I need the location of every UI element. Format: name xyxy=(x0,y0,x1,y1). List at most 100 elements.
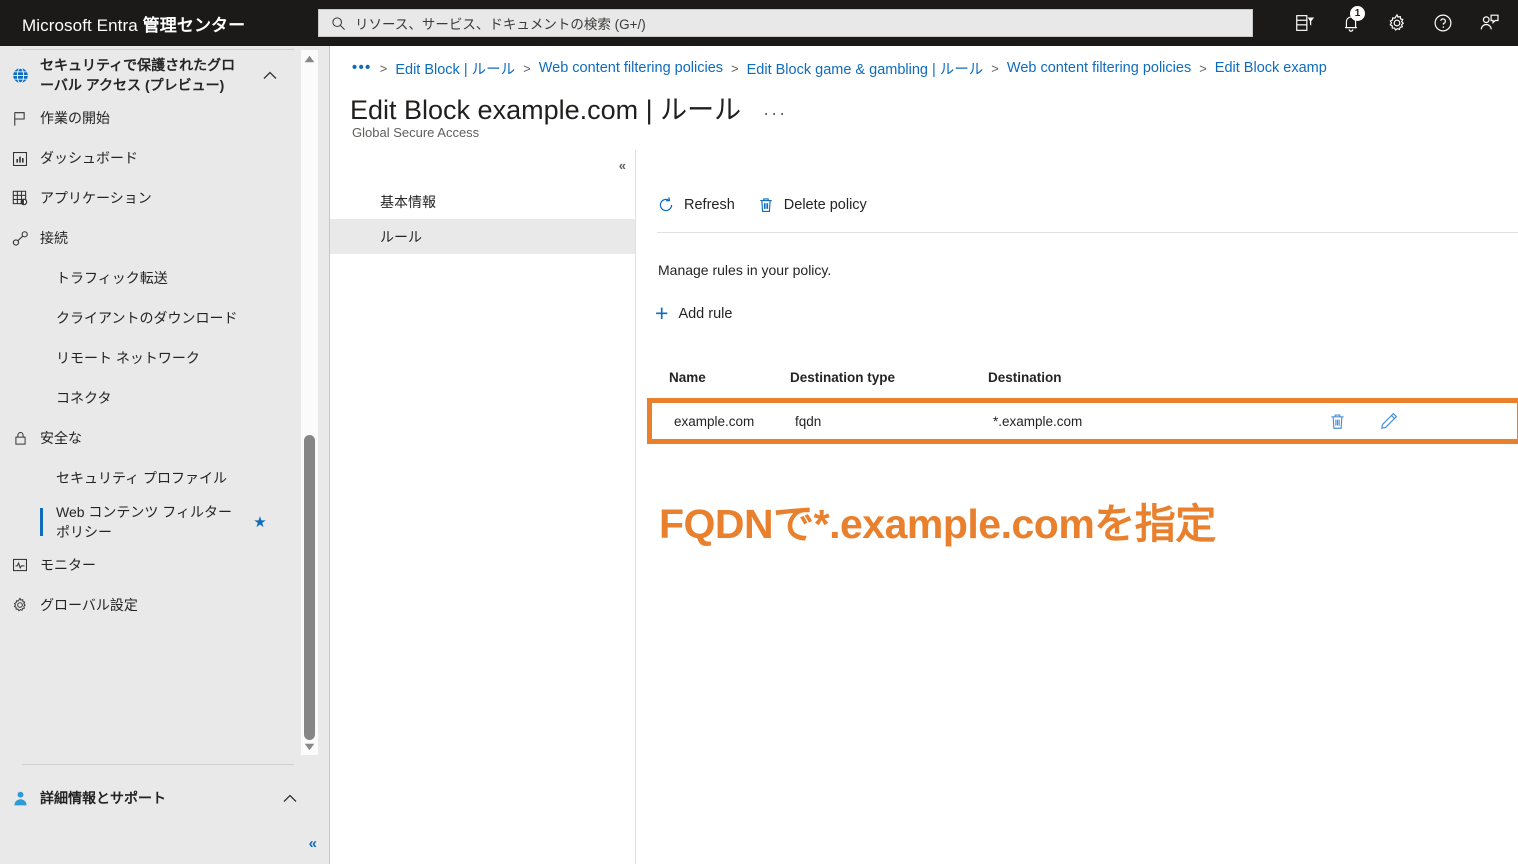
plus-icon: + xyxy=(655,300,669,326)
page-title: Edit Block example.com | ルール xyxy=(350,95,742,125)
breadcrumb-separator: > xyxy=(1199,60,1207,76)
breadcrumb-item-0[interactable]: Edit Block | ルール xyxy=(395,58,515,79)
sidebar-item-dashboard[interactable]: ダッシュボード xyxy=(0,139,330,179)
delete-policy-button[interactable]: Delete policy xyxy=(757,196,867,214)
sidebar-item-label: 接続 xyxy=(40,230,68,247)
sidebar-item-remote-network[interactable]: リモート ネットワーク xyxy=(0,339,330,379)
brand-bold-text: 管理センター xyxy=(142,15,246,35)
rules-table: Name Destination type Destination exampl… xyxy=(647,360,1518,444)
breadcrumb-item-3[interactable]: Web content filtering policies xyxy=(1007,60,1191,76)
add-rule-button[interactable]: + Add rule xyxy=(655,302,732,325)
sidebar-item-label: リモート ネットワーク xyxy=(56,350,200,367)
pane-divider xyxy=(635,150,636,864)
dashboard-icon xyxy=(0,150,40,168)
sidebar-item-traffic-forwarding[interactable]: トラフィック転送 ★ xyxy=(0,259,330,299)
sidebar-item-client-download[interactable]: クライアントのダウンロード xyxy=(0,299,330,339)
refresh-icon xyxy=(657,196,675,214)
scroll-down-arrow-icon[interactable] xyxy=(301,738,318,755)
chevron-up-icon[interactable] xyxy=(270,794,310,803)
tab-label: 基本情報 xyxy=(380,193,436,210)
breadcrumb-item-2[interactable]: Edit Block game & gambling | ルール xyxy=(747,58,984,79)
column-header-destination-type: Destination type xyxy=(790,369,896,385)
sidebar-item-label: 作業の開始 xyxy=(40,110,110,127)
notification-badge-count: 1 xyxy=(1350,6,1365,21)
collapse-pane-button[interactable]: « xyxy=(619,158,626,173)
refresh-button[interactable]: Refresh xyxy=(657,196,735,214)
page-title-row: Edit Block example.com | ルール ··· xyxy=(350,88,787,127)
scrollbar-thumb[interactable] xyxy=(304,435,315,740)
highlight-annotation-box: example.com fqdn *.example.com xyxy=(647,398,1518,444)
column-header-name: Name xyxy=(669,369,706,385)
breadcrumb-item-4[interactable]: Edit Block examp xyxy=(1215,60,1327,76)
column-header-destination: Destination xyxy=(988,369,1062,385)
table-row[interactable]: example.com fqdn *.example.com xyxy=(652,403,1517,439)
resource-menu-pane: « 基本情報 ルール xyxy=(330,150,636,864)
notifications-bell-icon[interactable]: 1 xyxy=(1328,0,1374,46)
directory-filter-icon[interactable] xyxy=(1282,0,1328,46)
support-person-icon xyxy=(0,789,40,808)
sidebar-item-security-profile[interactable]: セキュリティ プロファイル ★ xyxy=(0,459,330,499)
trash-icon xyxy=(757,196,775,214)
sidebar-item-connect[interactable]: 接続 xyxy=(0,219,330,259)
sidebar-item-connector[interactable]: コネクタ xyxy=(0,379,330,419)
sidebar-item-label: Web コンテンツ フィルター ポリシー xyxy=(56,503,233,540)
tab-rules[interactable]: ルール xyxy=(330,219,636,254)
collapse-sidebar-button[interactable]: « xyxy=(309,835,317,852)
breadcrumb-separator: > xyxy=(731,60,739,76)
page-more-actions-button[interactable]: ··· xyxy=(763,103,787,124)
sidebar-item-learn-and-support[interactable]: 詳細情報とサポート xyxy=(0,776,310,820)
edit-rule-icon[interactable] xyxy=(1379,411,1399,431)
settings-gear-icon[interactable] xyxy=(1374,0,1420,46)
breadcrumb-overflow-ellipsis[interactable]: ••• xyxy=(352,60,372,76)
sidebar-item-label: 安全な xyxy=(40,430,82,447)
sidebar-item-getting-started[interactable]: 作業の開始 xyxy=(0,99,330,139)
main-content-area: Refresh Delete policy Manage rules in yo… xyxy=(637,150,1518,864)
sidebar-item-applications[interactable]: アプリケーション xyxy=(0,179,330,219)
sidebar-item-label: コネクタ xyxy=(56,390,112,407)
refresh-label: Refresh xyxy=(684,197,735,213)
search-placeholder-text: リソース、サービス、ドキュメントの検索 (G+/) xyxy=(355,17,646,32)
chevron-up-icon[interactable] xyxy=(250,71,290,80)
sidebar-item-secure-global-access[interactable]: セキュリティで保護されたグローバル アクセス (プレビュー) xyxy=(0,52,330,99)
connect-plug-icon xyxy=(0,229,40,248)
annotation-text: FQDNで*.example.comを指定 xyxy=(659,501,1216,547)
breadcrumb-separator: > xyxy=(991,60,999,76)
cell-destination-type: fqdn xyxy=(795,413,822,429)
tab-basic-info[interactable]: 基本情報 xyxy=(330,184,636,219)
command-bar-divider xyxy=(657,232,1518,233)
tab-label: ルール xyxy=(380,228,422,245)
breadcrumb-separator: > xyxy=(379,60,388,76)
gear-icon xyxy=(0,596,40,614)
sidebar-item-label: アプリケーション xyxy=(40,190,152,207)
delete-rule-icon[interactable] xyxy=(1328,412,1347,431)
cell-name: example.com xyxy=(674,413,755,429)
delete-policy-label: Delete policy xyxy=(783,197,867,213)
sidebar-item-label: ダッシュボード xyxy=(40,150,138,167)
add-rule-label: Add rule xyxy=(678,305,733,322)
global-search-input[interactable]: リソース、サービス、ドキュメントの検索 (G+/) xyxy=(318,9,1253,37)
sidebar-item-monitor[interactable]: モニター xyxy=(0,545,330,585)
sidebar-item-web-content-filtering-policy[interactable]: Web コンテンツ フィルター ポリシー ★ xyxy=(0,499,330,546)
top-bar-icon-group: 1 xyxy=(1282,0,1512,46)
feedback-person-icon[interactable] xyxy=(1466,0,1512,46)
cell-destination: *.example.com xyxy=(993,413,1083,429)
sidebar-item-label: セキュリティで保護されたグローバル アクセス (プレビュー) xyxy=(40,57,236,94)
table-header-row: Name Destination type Destination xyxy=(647,360,1518,394)
scroll-up-arrow-icon[interactable] xyxy=(301,50,318,67)
top-navigation-bar: Microsoft Entra 管理センター リソース、サービス、ドキュメントの… xyxy=(0,0,1518,46)
sidebar-item-global-settings[interactable]: グローバル設定 xyxy=(0,585,330,625)
breadcrumb-separator: > xyxy=(523,60,531,76)
breadcrumb-item-1[interactable]: Web content filtering policies xyxy=(539,60,723,76)
sidebar-item-label: トラフィック転送 xyxy=(56,270,168,287)
favorite-star-icon[interactable]: ★ xyxy=(240,513,280,531)
sidebar-scroll-region[interactable]: セキュリティで保護されたグローバル アクセス (プレビュー) 作業の開始 ダッシ… xyxy=(0,46,330,758)
help-question-icon[interactable] xyxy=(1420,0,1466,46)
sidebar-item-label: グローバル設定 xyxy=(40,597,138,614)
search-icon xyxy=(331,16,346,31)
flag-icon xyxy=(0,110,40,128)
app-brand-title[interactable]: Microsoft Entra 管理センター xyxy=(0,11,310,36)
sidebar-scrollbar[interactable] xyxy=(301,50,318,755)
sidebar-item-secure[interactable]: 安全な xyxy=(0,419,330,459)
manage-rules-description: Manage rules in your policy. xyxy=(658,262,832,278)
breadcrumb: ••• > Edit Block | ルール > Web content fil… xyxy=(352,55,1518,81)
